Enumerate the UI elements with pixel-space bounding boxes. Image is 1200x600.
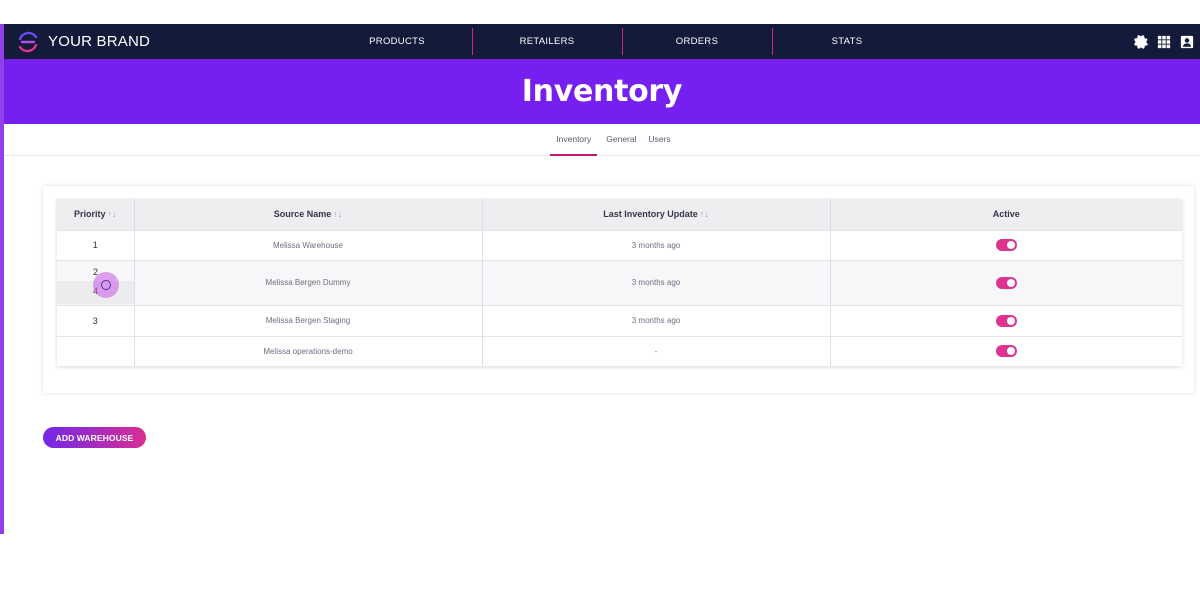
source-name-cell: Melissa operations-demo bbox=[134, 335, 483, 366]
table-row[interactable]: 3 Melissa Bergen Staging 3 months ago bbox=[57, 304, 1182, 336]
table-header-row: Priority ↑↓ Source Name ↑↓ Last Inventory … bbox=[57, 199, 1182, 230]
priority-header-label: Priority bbox=[73, 209, 106, 220]
active-toggle[interactable] bbox=[995, 345, 1017, 358]
table-row[interactable]: 2 4 Melissa Bergen Dummy 3 months ago bbox=[57, 259, 1182, 305]
active-cell bbox=[830, 229, 1182, 260]
source-name-cell: Melissa Bergen Staging bbox=[134, 304, 483, 336]
brand[interactable]: YOUR BRAND bbox=[4, 30, 322, 54]
last-update-cell: 3 months ago bbox=[482, 229, 831, 260]
account-icon[interactable] bbox=[1180, 35, 1194, 49]
page-title: Inventory bbox=[521, 74, 683, 109]
source-name-header-label: Source Name bbox=[273, 209, 332, 220]
active-toggle[interactable] bbox=[995, 314, 1017, 327]
nav-item-orders[interactable]: ORDERS bbox=[622, 24, 772, 59]
priority-cell-dragging[interactable]: 2 4 bbox=[57, 259, 135, 305]
table-row[interactable]: 1 Melissa Warehouse 3 months ago bbox=[57, 229, 1182, 260]
cursor-ring-icon bbox=[101, 279, 111, 290]
main-nav: PRODUCTS RETAILERS ORDERS STATS bbox=[322, 24, 922, 59]
source-name-cell: Melissa Bergen Dummy bbox=[134, 259, 483, 305]
inventory-sources-card: Priority ↑↓ Source Name ↑↓ Last Inventory … bbox=[43, 186, 1194, 393]
column-header-active: Active bbox=[830, 199, 1182, 230]
navbar-icons bbox=[1134, 34, 1200, 49]
tab-general[interactable]: General bbox=[603, 124, 639, 156]
table-row[interactable]: Melissa operations-demo - bbox=[57, 335, 1182, 366]
top-strip bbox=[0, 0, 1200, 24]
source-name-cell: Melissa Warehouse bbox=[134, 229, 483, 260]
nav-item-retailers[interactable]: RETAILERS bbox=[472, 24, 622, 59]
page-header-banner: Inventory bbox=[4, 59, 1200, 124]
nav-item-products[interactable]: PRODUCTS bbox=[322, 24, 472, 59]
page: YOUR BRAND PRODUCTS RETAILERS ORDERS STA… bbox=[0, 0, 1200, 600]
last-update-cell: - bbox=[482, 335, 831, 366]
top-navbar: YOUR BRAND PRODUCTS RETAILERS ORDERS STA… bbox=[4, 24, 1200, 59]
column-header-source-name[interactable]: Source Name ↑↓ bbox=[134, 199, 483, 230]
tab-users[interactable]: Users bbox=[646, 124, 674, 156]
last-update-cell: 3 months ago bbox=[482, 259, 831, 305]
sort-icon[interactable]: ↑↓ bbox=[108, 209, 117, 219]
priority-cell[interactable]: 1 bbox=[57, 229, 135, 260]
inventory-sources-table: Priority ↑↓ Source Name ↑↓ Last Inventory … bbox=[57, 199, 1182, 366]
add-warehouse-button[interactable]: ADD WAREHOUSE bbox=[43, 427, 146, 448]
sort-icon[interactable]: ↑↓ bbox=[333, 209, 342, 219]
gear-icon[interactable] bbox=[1134, 34, 1148, 49]
active-cell bbox=[830, 335, 1182, 366]
priority-cell[interactable] bbox=[57, 335, 135, 366]
last-update-header-label: Last Inventory Update bbox=[603, 209, 698, 220]
last-update-cell: 3 months ago bbox=[482, 304, 831, 336]
priority-cell[interactable]: 3 bbox=[57, 304, 135, 336]
grid-icon[interactable] bbox=[1157, 35, 1171, 49]
column-header-last-update[interactable]: Last Inventory Update ↑↓ bbox=[482, 199, 831, 230]
brand-name: YOUR BRAND bbox=[48, 33, 151, 50]
brand-logo-icon bbox=[18, 31, 38, 52]
active-toggle[interactable] bbox=[995, 276, 1017, 289]
column-header-priority[interactable]: Priority ↑↓ bbox=[57, 199, 135, 230]
active-toggle[interactable] bbox=[995, 239, 1017, 251]
tab-inventory[interactable]: Inventory bbox=[550, 124, 598, 156]
active-cell bbox=[830, 304, 1182, 336]
active-cell bbox=[830, 259, 1182, 305]
sort-icon[interactable]: ↑↓ bbox=[700, 209, 709, 219]
sub-tabs: Inventory General Users bbox=[4, 124, 1200, 156]
nav-item-stats[interactable]: STATS bbox=[772, 24, 922, 59]
